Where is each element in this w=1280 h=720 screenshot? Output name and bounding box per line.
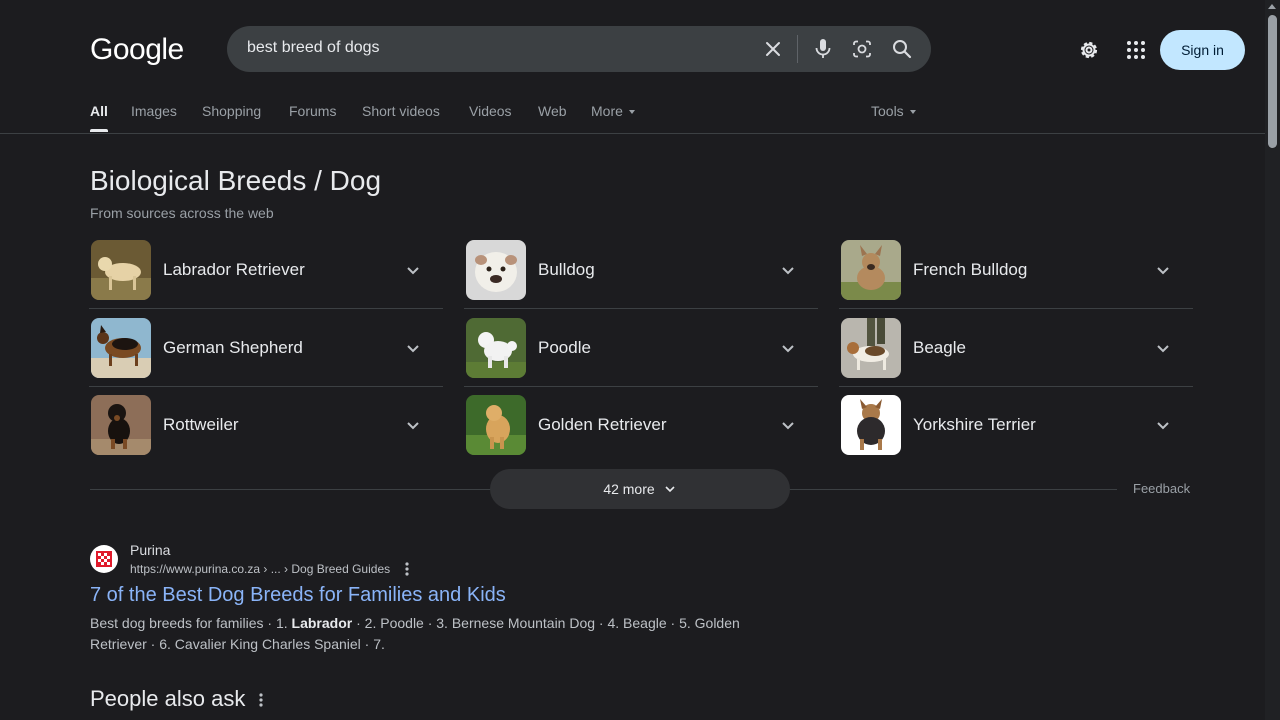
row-divider [89,386,443,387]
lens-camera-icon[interactable] [850,37,874,61]
caret-down-icon [909,110,916,115]
snippet-highlight: Labrador [291,615,353,631]
feedback-link[interactable]: Feedback [1133,481,1190,496]
breed-item-golden-retriever[interactable]: Golden Retriever [464,395,818,473]
microphone-icon[interactable] [811,37,835,61]
google-logo[interactable]: Google [90,33,184,67]
golden-retriever-thumbnail [466,395,526,455]
chevron-down-icon[interactable] [401,413,425,437]
active-tab-indicator [90,129,108,132]
tab-more-label: More [591,103,623,119]
breed-item-yorkshire-terrier[interactable]: Yorkshire Terrier [839,395,1193,473]
beagle-thumbnail [841,318,901,378]
breed-label: French Bulldog [913,260,1028,279]
chevron-down-icon[interactable] [401,258,425,282]
breed-label: Yorkshire Terrier [913,415,1036,434]
settings-gear-icon[interactable] [1077,38,1101,62]
tab-videos[interactable]: Videos [469,103,512,119]
poodle-thumbnail [466,318,526,378]
chevron-down-icon[interactable] [1151,336,1175,360]
tab-shopping[interactable]: Shopping [202,103,261,119]
french-bulldog-thumbnail [841,240,901,300]
snippet-text: Best dog breeds for families · 1. [90,615,292,631]
caret-down-icon [628,110,635,115]
scroll-up-arrow-icon[interactable] [1268,4,1276,9]
tab-images[interactable]: Images [131,103,177,119]
search-divider [797,35,798,63]
result-url[interactable]: https://www.purina.co.za › ... › Dog Bre… [130,562,390,576]
breed-item-poodle[interactable]: Poodle [464,318,818,396]
more-options-icon[interactable] [257,692,265,708]
tools-button[interactable]: Tools [871,103,916,119]
breed-item-german-shepherd[interactable]: German Shepherd [89,318,443,396]
breed-label: Golden Retriever [538,415,667,434]
tab-all[interactable]: All [90,103,108,119]
scrollbar-thumb[interactable] [1268,15,1277,148]
result-snippet: Best dog breeds for families · 1. Labrad… [90,613,750,655]
row-divider [464,386,818,387]
purina-favicon [90,545,118,573]
rottweiler-thumbnail [91,395,151,455]
tools-label: Tools [871,103,904,119]
row-divider [839,386,1193,387]
page: Google best breed of dogs Sign in All Im… [0,0,1265,720]
breed-label: Poodle [538,338,591,357]
apps-grid-icon[interactable] [1124,38,1148,62]
chevron-down-icon[interactable] [776,413,800,437]
row-divider [839,308,1193,309]
tab-more[interactable]: More [591,103,635,119]
panel-subtitle: From sources across the web [90,205,274,221]
tabs-divider [0,133,1265,134]
show-more-label: 42 more [603,481,655,497]
breed-label: Rottweiler [163,415,239,434]
breed-label: Beagle [913,338,966,357]
chevron-down-icon [665,486,675,493]
german-shepherd-thumbnail [91,318,151,378]
more-options-icon[interactable] [403,561,411,577]
breed-label: German Shepherd [163,338,303,357]
yorkshire-terrier-thumbnail [841,395,901,455]
search-icon[interactable] [890,37,914,61]
panel-title: Biological Breeds / Dog [90,165,382,196]
chevron-down-icon[interactable] [776,336,800,360]
result-title-link[interactable]: 7 of the Best Dog Breeds for Families an… [90,584,506,607]
tab-forums[interactable]: Forums [289,103,336,119]
chevron-down-icon[interactable] [1151,258,1175,282]
breed-item-beagle[interactable]: Beagle [839,318,1193,396]
breed-label: Labrador Retriever [163,260,305,279]
chevron-down-icon[interactable] [1151,413,1175,437]
tab-short-videos[interactable]: Short videos [362,103,440,119]
breed-item-bulldog[interactable]: Bulldog [464,240,818,318]
row-divider [464,308,818,309]
search-box[interactable]: best breed of dogs [227,26,931,72]
clear-icon[interactable] [761,37,785,61]
row-divider [89,308,443,309]
chevron-down-icon[interactable] [401,336,425,360]
breed-item-labrador-retriever[interactable]: Labrador Retriever [89,240,443,318]
breed-item-french-bulldog[interactable]: French Bulldog [839,240,1193,318]
bulldog-thumbnail [466,240,526,300]
search-input[interactable]: best breed of dogs [247,39,380,57]
people-also-ask-heading: People also ask [90,686,246,711]
labrador-thumbnail [91,240,151,300]
chevron-down-icon[interactable] [776,258,800,282]
tab-web[interactable]: Web [538,103,567,119]
breed-item-rottweiler[interactable]: Rottweiler [89,395,443,473]
sign-in-button[interactable]: Sign in [1160,30,1245,70]
breed-label: Bulldog [538,260,595,279]
show-more-button[interactable]: 42 more [490,469,790,509]
result-site-name[interactable]: Purina [130,542,170,558]
